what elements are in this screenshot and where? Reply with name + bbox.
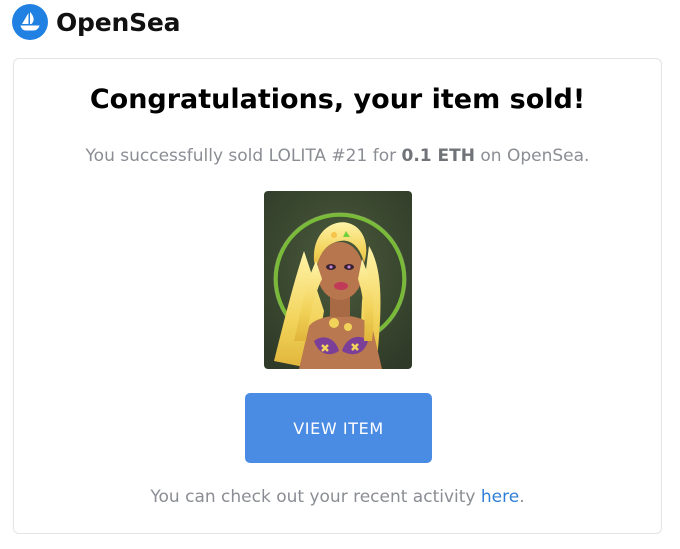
page-title: Congratulations, your item sold! [89,84,586,115]
activity-message: You can check out your recent activity h… [14,487,661,507]
activity-message-prefix: You can check out your recent activity [150,487,481,507]
view-item-button[interactable]: VIEW ITEM [245,393,432,463]
activity-here-link[interactable]: here [481,487,519,507]
opensea-logo [12,4,48,40]
nft-artwork [264,191,412,369]
sale-message-suffix: on OpenSea. [474,146,590,166]
email-header: OpenSea [12,4,181,40]
brand-name: OpenSea [56,7,181,37]
sale-price: 0.1 ETH [401,146,475,166]
nft-image[interactable] [264,191,412,369]
opensea-sailboat-icon [20,12,40,31]
sale-message-prefix: You successfully sold LOLITA #21 for [85,146,402,166]
sale-message: You successfully sold LOLITA #21 for 0.1… [14,146,661,166]
email-card: Congratulations, your item sold! You suc… [13,58,662,534]
activity-message-suffix: . [519,487,525,507]
